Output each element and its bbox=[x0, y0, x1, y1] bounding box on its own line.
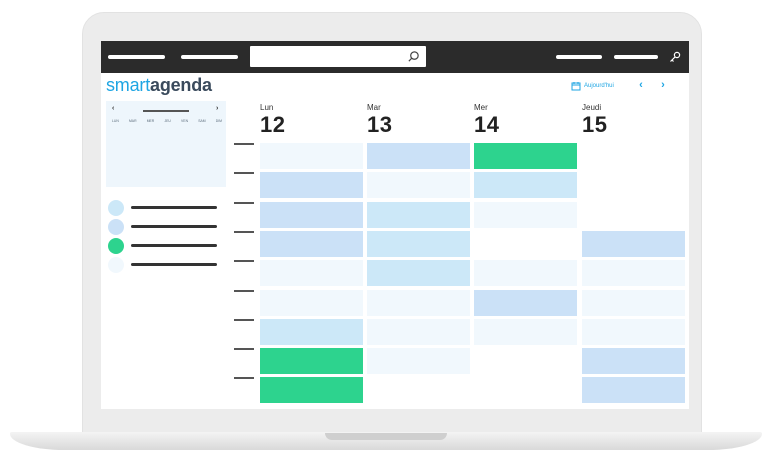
nav-item-1[interactable] bbox=[108, 55, 165, 59]
search-icon[interactable] bbox=[407, 50, 420, 63]
time-slot[interactable] bbox=[582, 289, 685, 316]
mini-weekday: MER bbox=[146, 119, 155, 123]
time-slot[interactable] bbox=[474, 260, 577, 287]
mini-weekday: DIM bbox=[215, 119, 222, 123]
time-slot[interactable] bbox=[260, 172, 363, 199]
day-number: 15 bbox=[582, 112, 608, 137]
time-tick bbox=[234, 289, 254, 292]
logo-smart: smart bbox=[106, 75, 151, 95]
time-slot[interactable] bbox=[260, 143, 363, 169]
time-slot[interactable] bbox=[260, 318, 363, 345]
key-icon[interactable] bbox=[669, 51, 681, 63]
time-tick bbox=[234, 260, 254, 263]
mini-calendar: ‹ › LUN MAR MER JEU VEN SAM DIM bbox=[106, 101, 226, 187]
day-header[interactable]: Jeudi 15 bbox=[582, 103, 607, 137]
legend-label bbox=[131, 263, 217, 266]
mini-weekday: JEU bbox=[164, 119, 171, 123]
legend-label bbox=[131, 225, 217, 228]
legend-item[interactable] bbox=[108, 238, 220, 254]
time-slot[interactable] bbox=[474, 201, 577, 228]
chevron-right-icon[interactable]: › bbox=[658, 79, 668, 91]
time-slot[interactable] bbox=[367, 318, 470, 345]
legend-label bbox=[131, 244, 217, 247]
time-tick bbox=[234, 201, 254, 204]
legend-item[interactable] bbox=[108, 219, 220, 235]
time-slot[interactable] bbox=[260, 260, 363, 287]
time-slot[interactable] bbox=[367, 348, 470, 375]
mini-prev-arrow[interactable]: ‹ bbox=[112, 105, 114, 112]
time-tick bbox=[234, 230, 254, 233]
appointment-slot[interactable] bbox=[260, 377, 363, 404]
day-header[interactable]: Mer 14 bbox=[474, 103, 499, 137]
legend-item[interactable] bbox=[108, 257, 220, 273]
day-number: 14 bbox=[474, 112, 500, 137]
day-header[interactable]: Lun 12 bbox=[260, 103, 285, 137]
search-input[interactable] bbox=[250, 46, 426, 67]
time-tick bbox=[234, 318, 254, 321]
time-slot[interactable] bbox=[367, 230, 470, 257]
nav-item-4[interactable] bbox=[614, 55, 658, 59]
time-slot[interactable] bbox=[582, 348, 685, 375]
nav-item-2[interactable] bbox=[181, 55, 238, 59]
today-button[interactable]: Aujourd'hui bbox=[571, 80, 614, 92]
mini-weekdays: LUN MAR MER JEU VEN SAM DIM bbox=[112, 119, 222, 123]
time-tick bbox=[234, 172, 254, 175]
time-slot[interactable] bbox=[367, 172, 470, 199]
calendar-icon bbox=[571, 82, 581, 91]
time-slot[interactable] bbox=[260, 289, 363, 316]
legend-color-dot bbox=[108, 200, 124, 216]
app-screen: smartagenda Aujourd'hui ‹ › ‹ › LUN MAR ME… bbox=[101, 41, 689, 409]
top-navigation-bar bbox=[101, 41, 689, 73]
time-slot[interactable] bbox=[582, 377, 685, 404]
mini-month-label bbox=[143, 110, 189, 112]
appointment-slot[interactable] bbox=[260, 348, 363, 375]
app-logo[interactable]: smartagenda bbox=[106, 75, 212, 95]
time-slot[interactable] bbox=[367, 143, 470, 169]
chevron-left-icon[interactable]: ‹ bbox=[636, 79, 646, 91]
legend-color-dot bbox=[108, 257, 124, 273]
logo-agenda: agenda bbox=[150, 75, 212, 95]
day-header[interactable]: Mar 13 bbox=[367, 103, 392, 137]
mini-weekday: LUN bbox=[112, 119, 119, 123]
day-number: 12 bbox=[260, 112, 286, 137]
appointment-slot[interactable] bbox=[474, 143, 577, 169]
legend-item[interactable] bbox=[108, 200, 220, 216]
time-slot[interactable] bbox=[582, 260, 685, 287]
time-tick bbox=[234, 377, 254, 380]
legend-label bbox=[131, 206, 217, 209]
today-label: Aujourd'hui bbox=[584, 83, 614, 89]
day-number: 13 bbox=[367, 112, 393, 137]
time-slot[interactable] bbox=[582, 230, 685, 257]
time-slot[interactable] bbox=[582, 318, 685, 345]
time-slot[interactable] bbox=[474, 318, 577, 345]
mini-weekday: VEN bbox=[181, 119, 189, 123]
time-slot[interactable] bbox=[474, 172, 577, 199]
time-slot[interactable] bbox=[367, 289, 470, 316]
nav-item-3[interactable] bbox=[556, 55, 602, 59]
mini-next-arrow[interactable]: › bbox=[216, 105, 218, 112]
legend-color-dot bbox=[108, 219, 124, 235]
laptop-notch bbox=[325, 433, 447, 440]
time-slot[interactable] bbox=[260, 201, 363, 228]
mini-weekday: SAM bbox=[198, 119, 206, 123]
legend-color-dot bbox=[108, 238, 124, 254]
time-slot[interactable] bbox=[367, 260, 470, 287]
mini-weekday: MAR bbox=[128, 119, 137, 123]
time-slot[interactable] bbox=[474, 289, 577, 316]
time-tick bbox=[234, 143, 254, 145]
time-tick bbox=[234, 348, 254, 351]
time-slot[interactable] bbox=[260, 230, 363, 257]
time-slot[interactable] bbox=[367, 201, 470, 228]
